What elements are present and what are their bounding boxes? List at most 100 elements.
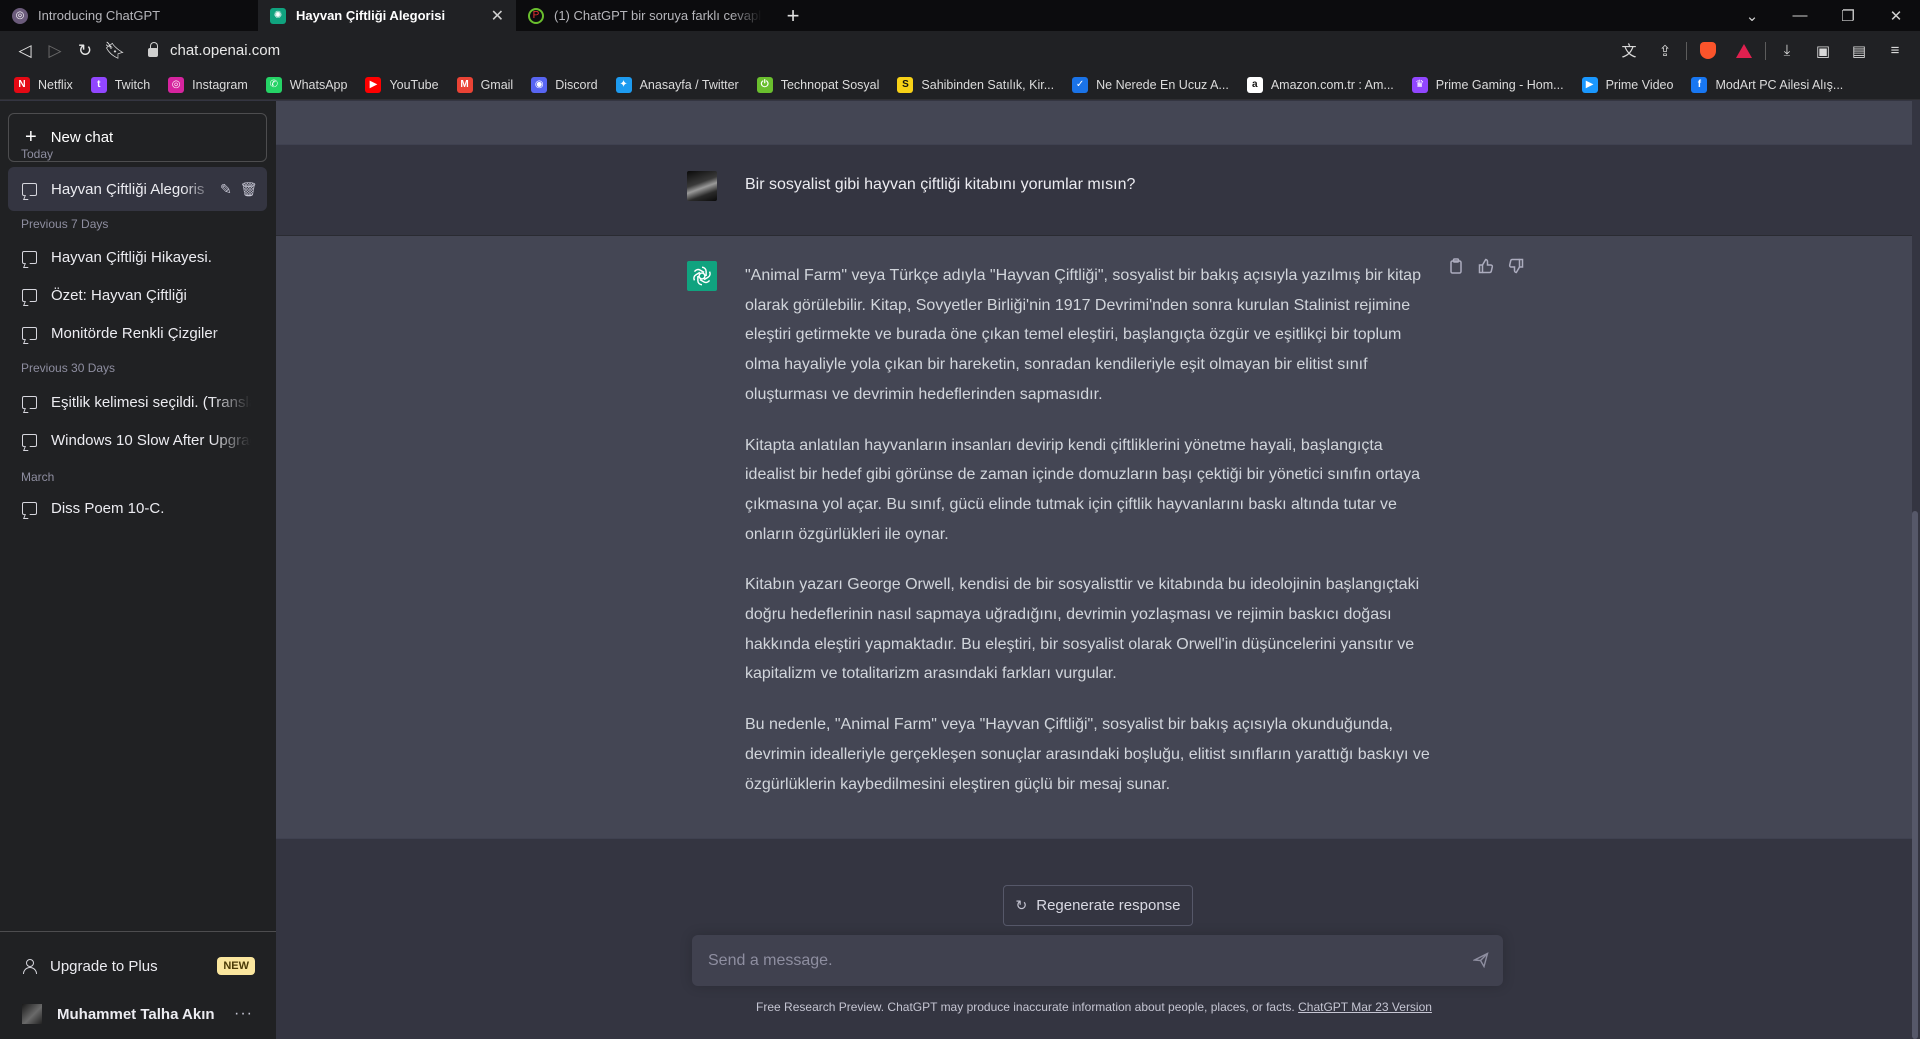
- bookmark-label: Anasayfa / Twitter: [639, 77, 739, 92]
- reload-icon[interactable]: ↻: [70, 36, 100, 66]
- toolbar-divider: [1686, 41, 1687, 60]
- window-controls: ⌄ — ❐ ✕: [1728, 0, 1920, 31]
- scrollbar[interactable]: [1912, 511, 1918, 1039]
- chat-sidebar: + New chat Today Hayvan Çiftliği Alegori…: [0, 101, 276, 1039]
- version-link[interactable]: ChatGPT Mar 23 Version: [1298, 1000, 1432, 1014]
- refresh-icon: ↻: [1015, 897, 1028, 913]
- sidebar-chat-item-active[interactable]: Hayvan Çiftliği Alegoris ✎ 🗑︎: [8, 167, 267, 211]
- regenerate-response-button[interactable]: ↻ Regenerate response: [1003, 885, 1193, 926]
- new-badge: NEW: [217, 957, 255, 975]
- feedback-actions: [1448, 258, 1524, 274]
- assistant-message-text: "Animal Farm" veya Türkçe adıyla "Hayvan…: [745, 261, 1435, 820]
- upgrade-to-plus-button[interactable]: Upgrade to Plus NEW: [8, 944, 267, 988]
- send-icon[interactable]: [1471, 952, 1489, 969]
- chat-title: Diss Poem 10-C.: [51, 499, 165, 517]
- bookmark-item[interactable]: ▶ Prime Video: [1581, 76, 1674, 93]
- chat-main: Bir sosyalist gibi hayvan çiftliği kitab…: [276, 101, 1920, 1039]
- download-icon[interactable]: ⤓: [1772, 36, 1802, 66]
- bookmark-item[interactable]: ✦ Anasayfa / Twitter: [615, 76, 739, 93]
- chat-title: Hayvan Çiftliği Alegoris: [51, 180, 205, 198]
- chat-title: Windows 10 Slow After Upgrad: [51, 431, 251, 449]
- bookmark-favicon-icon: f: [1691, 76, 1708, 93]
- share-icon[interactable]: ⇪: [1650, 36, 1680, 66]
- wallet-icon[interactable]: ▤: [1844, 36, 1874, 66]
- section-label-previous-30-days: Previous 30 Days: [21, 361, 116, 375]
- browser-tab[interactable]: ◎ Introducing ChatGPT: [0, 0, 258, 31]
- bookmarks-bar: N Netflix t Twitch ◎ Instagram ✆ WhatsApp ▶ YouTu…: [0, 70, 1920, 100]
- answer-paragraph: Kitapta anlatılan hayvanların insanları …: [745, 436, 1421, 543]
- minimize-icon[interactable]: —: [1776, 7, 1824, 24]
- bookmark-favicon-icon: ♛: [1411, 76, 1428, 93]
- user-menu-button[interactable]: Muhammet Talha Akın ···: [8, 992, 267, 1036]
- forward-icon[interactable]: ▷: [40, 36, 70, 66]
- thumbs-up-icon[interactable]: [1478, 258, 1494, 274]
- bookmark-favicon-icon: t: [90, 76, 107, 93]
- bookmark-item[interactable]: N Netflix: [14, 76, 73, 93]
- bookmark-item[interactable]: ✓ Ne Nerede En Ucuz A...: [1072, 76, 1229, 93]
- answer-paragraph: "Animal Farm" veya Türkçe adıyla "Hayvan…: [745, 267, 1421, 403]
- plus-icon: +: [25, 126, 37, 148]
- url-field[interactable]: chat.openai.com: [148, 42, 1614, 59]
- section-label-previous-7-days: Previous 7 Days: [21, 217, 109, 231]
- message-input[interactable]: [708, 951, 1448, 970]
- bookmark-item[interactable]: ⏻ Technopat Sosyal: [756, 76, 880, 93]
- bookmark-favicon-icon: ◉: [531, 76, 548, 93]
- bookmark-item[interactable]: S Sahibinden Satılık, Kir...: [897, 76, 1054, 93]
- answer-paragraph: Kitabın yazarı George Orwell, kendisi de…: [745, 576, 1420, 683]
- bookmark-item[interactable]: M Gmail: [456, 76, 513, 93]
- browser-tab-active[interactable]: ✺ Hayvan Çiftliği Alegorisi ✕: [258, 0, 516, 31]
- bookmark-favicon-icon: M: [456, 76, 473, 93]
- translate-icon[interactable]: 文: [1614, 36, 1644, 66]
- browser-toolbar: 文 ⇪ ⤓ ▣ ▤ ≡: [1614, 36, 1910, 66]
- tab-title: Introducing ChatGPT: [38, 8, 161, 23]
- avatar: [22, 1004, 42, 1024]
- new-tab-button[interactable]: +: [774, 0, 812, 31]
- bookmark-favicon-icon: S: [897, 76, 914, 93]
- sidebar-toggle-icon[interactable]: ▣: [1808, 36, 1838, 66]
- bookmark-favicon-icon: N: [14, 76, 30, 93]
- brave-shields-icon[interactable]: [1693, 36, 1723, 66]
- tab-search-icon[interactable]: ⌄: [1728, 7, 1776, 25]
- bookmark-item[interactable]: ◉ Discord: [531, 76, 598, 93]
- bookmark-item[interactable]: a Amazon.com.tr : Am...: [1246, 76, 1394, 93]
- close-tab-icon[interactable]: ✕: [491, 6, 504, 26]
- sidebar-chat-item[interactable]: Monitörde Renkli Çizgiler: [8, 311, 267, 355]
- trash-icon[interactable]: 🗑︎: [240, 181, 258, 198]
- bookmark-item[interactable]: f ModArt PC Ailesi Alış...: [1691, 76, 1843, 93]
- close-window-icon[interactable]: ✕: [1872, 7, 1920, 25]
- upgrade-label: Upgrade to Plus: [50, 957, 158, 975]
- bookmark-label: Netflix: [38, 77, 73, 92]
- bookmark-label: Prime Video: [1605, 77, 1674, 92]
- bookmark-item[interactable]: ◎ Instagram: [168, 76, 248, 93]
- browser-tab[interactable]: P (1) ChatGPT bir soruya farklı cevaplar…: [516, 0, 774, 31]
- bookmark-item[interactable]: ▶ YouTube: [365, 76, 439, 93]
- message-composer: [692, 935, 1503, 986]
- sidebar-chat-item[interactable]: Diss Poem 10-C.: [8, 486, 267, 530]
- bookmark-item[interactable]: ♛ Prime Gaming - Hom...: [1411, 76, 1564, 93]
- more-options-icon[interactable]: ···: [234, 1005, 253, 1023]
- chat-bubble-icon: [22, 395, 37, 409]
- disclaimer-footer: Free Research Preview. ChatGPT may produ…: [276, 1000, 1912, 1014]
- lock-icon: [148, 42, 158, 57]
- bookmark-item[interactable]: ✆ WhatsApp: [265, 76, 348, 93]
- bookmark-label: Instagram: [192, 77, 248, 92]
- bookmark-favicon-icon: ⏻: [756, 76, 773, 93]
- brave-rewards-icon[interactable]: [1729, 36, 1759, 66]
- restore-icon[interactable]: ❐: [1824, 7, 1872, 25]
- back-icon[interactable]: ◁: [10, 36, 40, 66]
- thumbs-down-icon[interactable]: [1508, 258, 1524, 274]
- bookmark-label: WhatsApp: [289, 77, 348, 92]
- bookmark-label: Technopat Sosyal: [780, 77, 880, 92]
- bookmark-item[interactable]: t Twitch: [90, 76, 150, 93]
- chat-bubble-icon: [22, 182, 37, 196]
- new-chat-label: New chat: [50, 129, 114, 146]
- edit-pencil-icon[interactable]: ✎: [220, 181, 232, 198]
- bookmark-icon[interactable]: 🔖︎: [100, 36, 130, 66]
- openai-icon: ◎: [12, 7, 28, 24]
- copy-icon[interactable]: [1448, 258, 1464, 274]
- user-message-row: Bir sosyalist gibi hayvan çiftliği kitab…: [276, 145, 1912, 236]
- sidebar-chat-item[interactable]: Windows 10 Slow After Upgrad: [8, 418, 267, 462]
- menu-icon[interactable]: ≡: [1880, 36, 1910, 66]
- chat-title: Monitörde Renkli Çizgiler: [51, 324, 218, 342]
- bookmark-label: Amazon.com.tr : Am...: [1270, 77, 1394, 92]
